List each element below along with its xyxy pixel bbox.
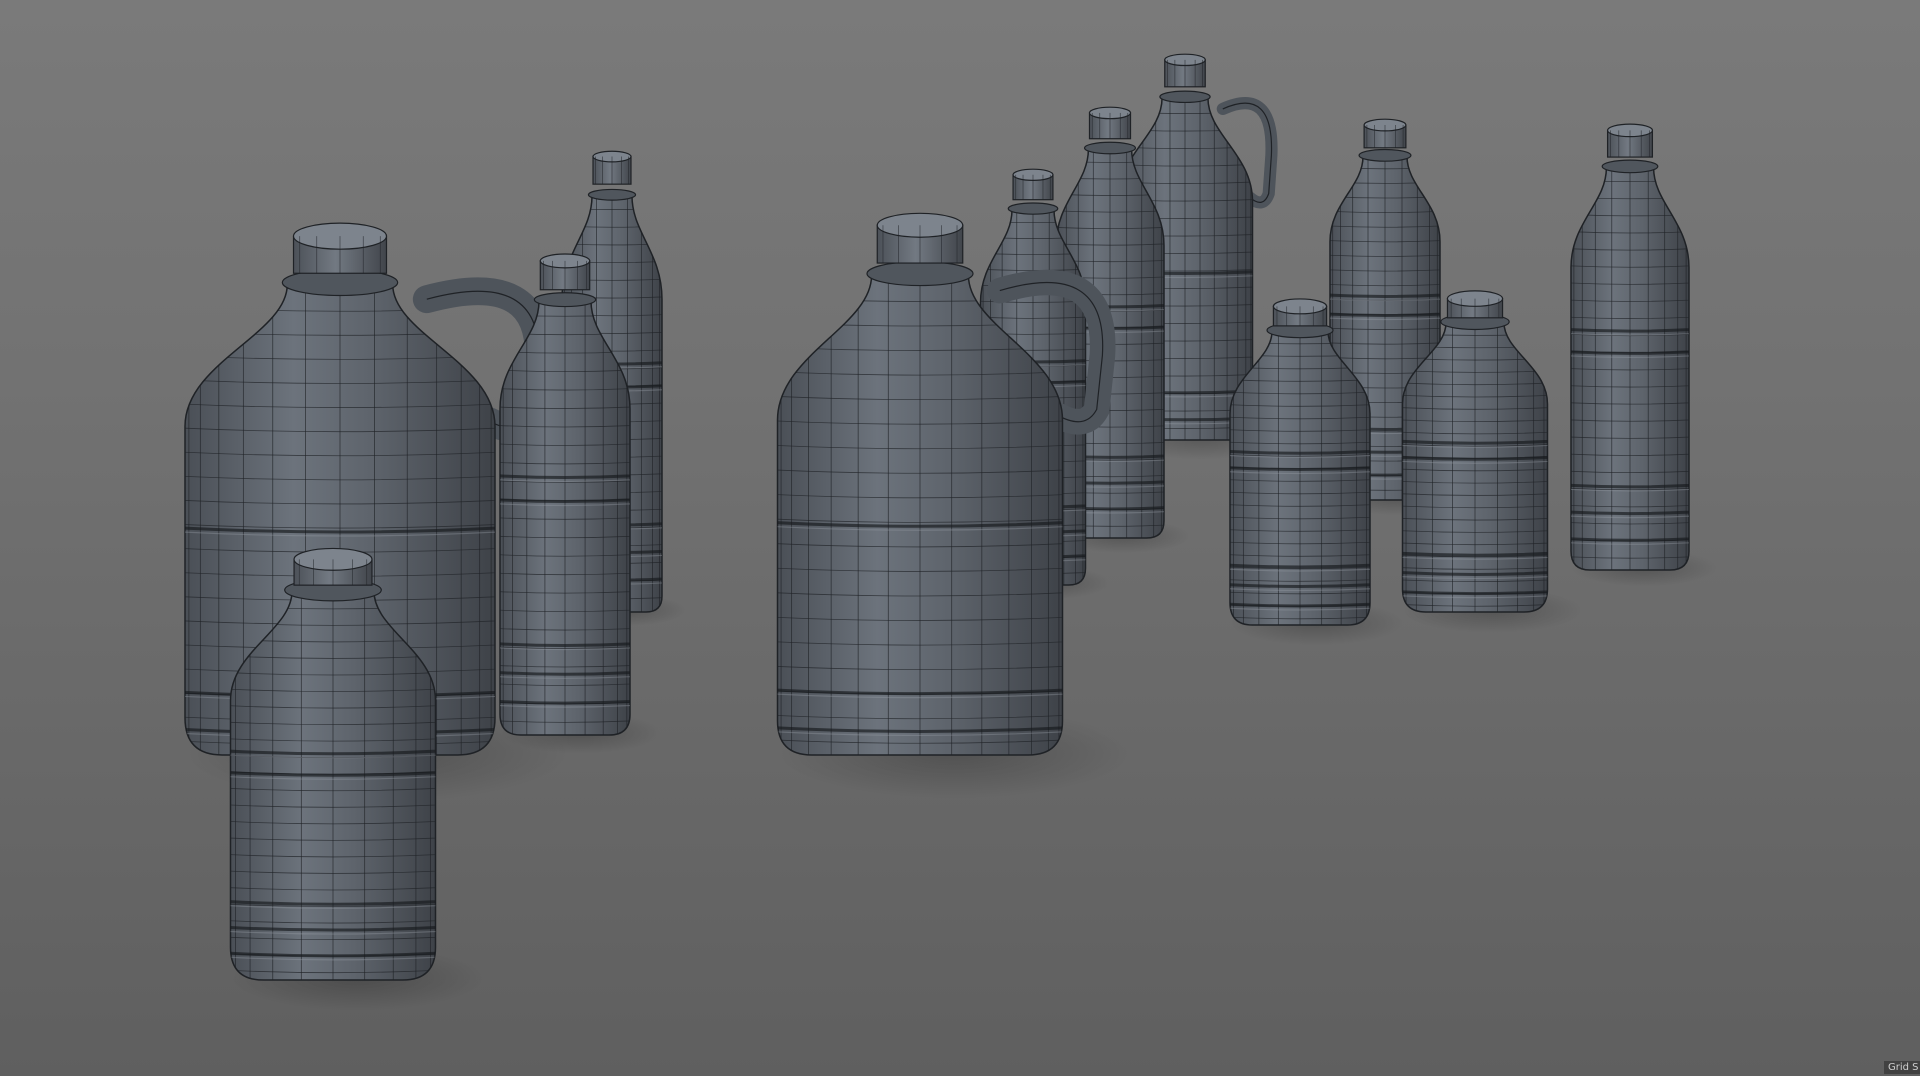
grid-status-label: Grid S [1884, 1061, 1920, 1074]
neck-ring [1083, 141, 1137, 155]
neck-ring [587, 188, 637, 201]
neck-ring [1358, 148, 1412, 162]
neck-ring [1601, 159, 1659, 174]
neck-ring [1159, 90, 1211, 104]
3d-viewport[interactable]: Grid S [0, 0, 1920, 1076]
scene-canvas[interactable] [0, 0, 1920, 1076]
neck-ring [866, 261, 974, 287]
neck-ring [533, 292, 597, 308]
neck-ring [1007, 202, 1059, 215]
